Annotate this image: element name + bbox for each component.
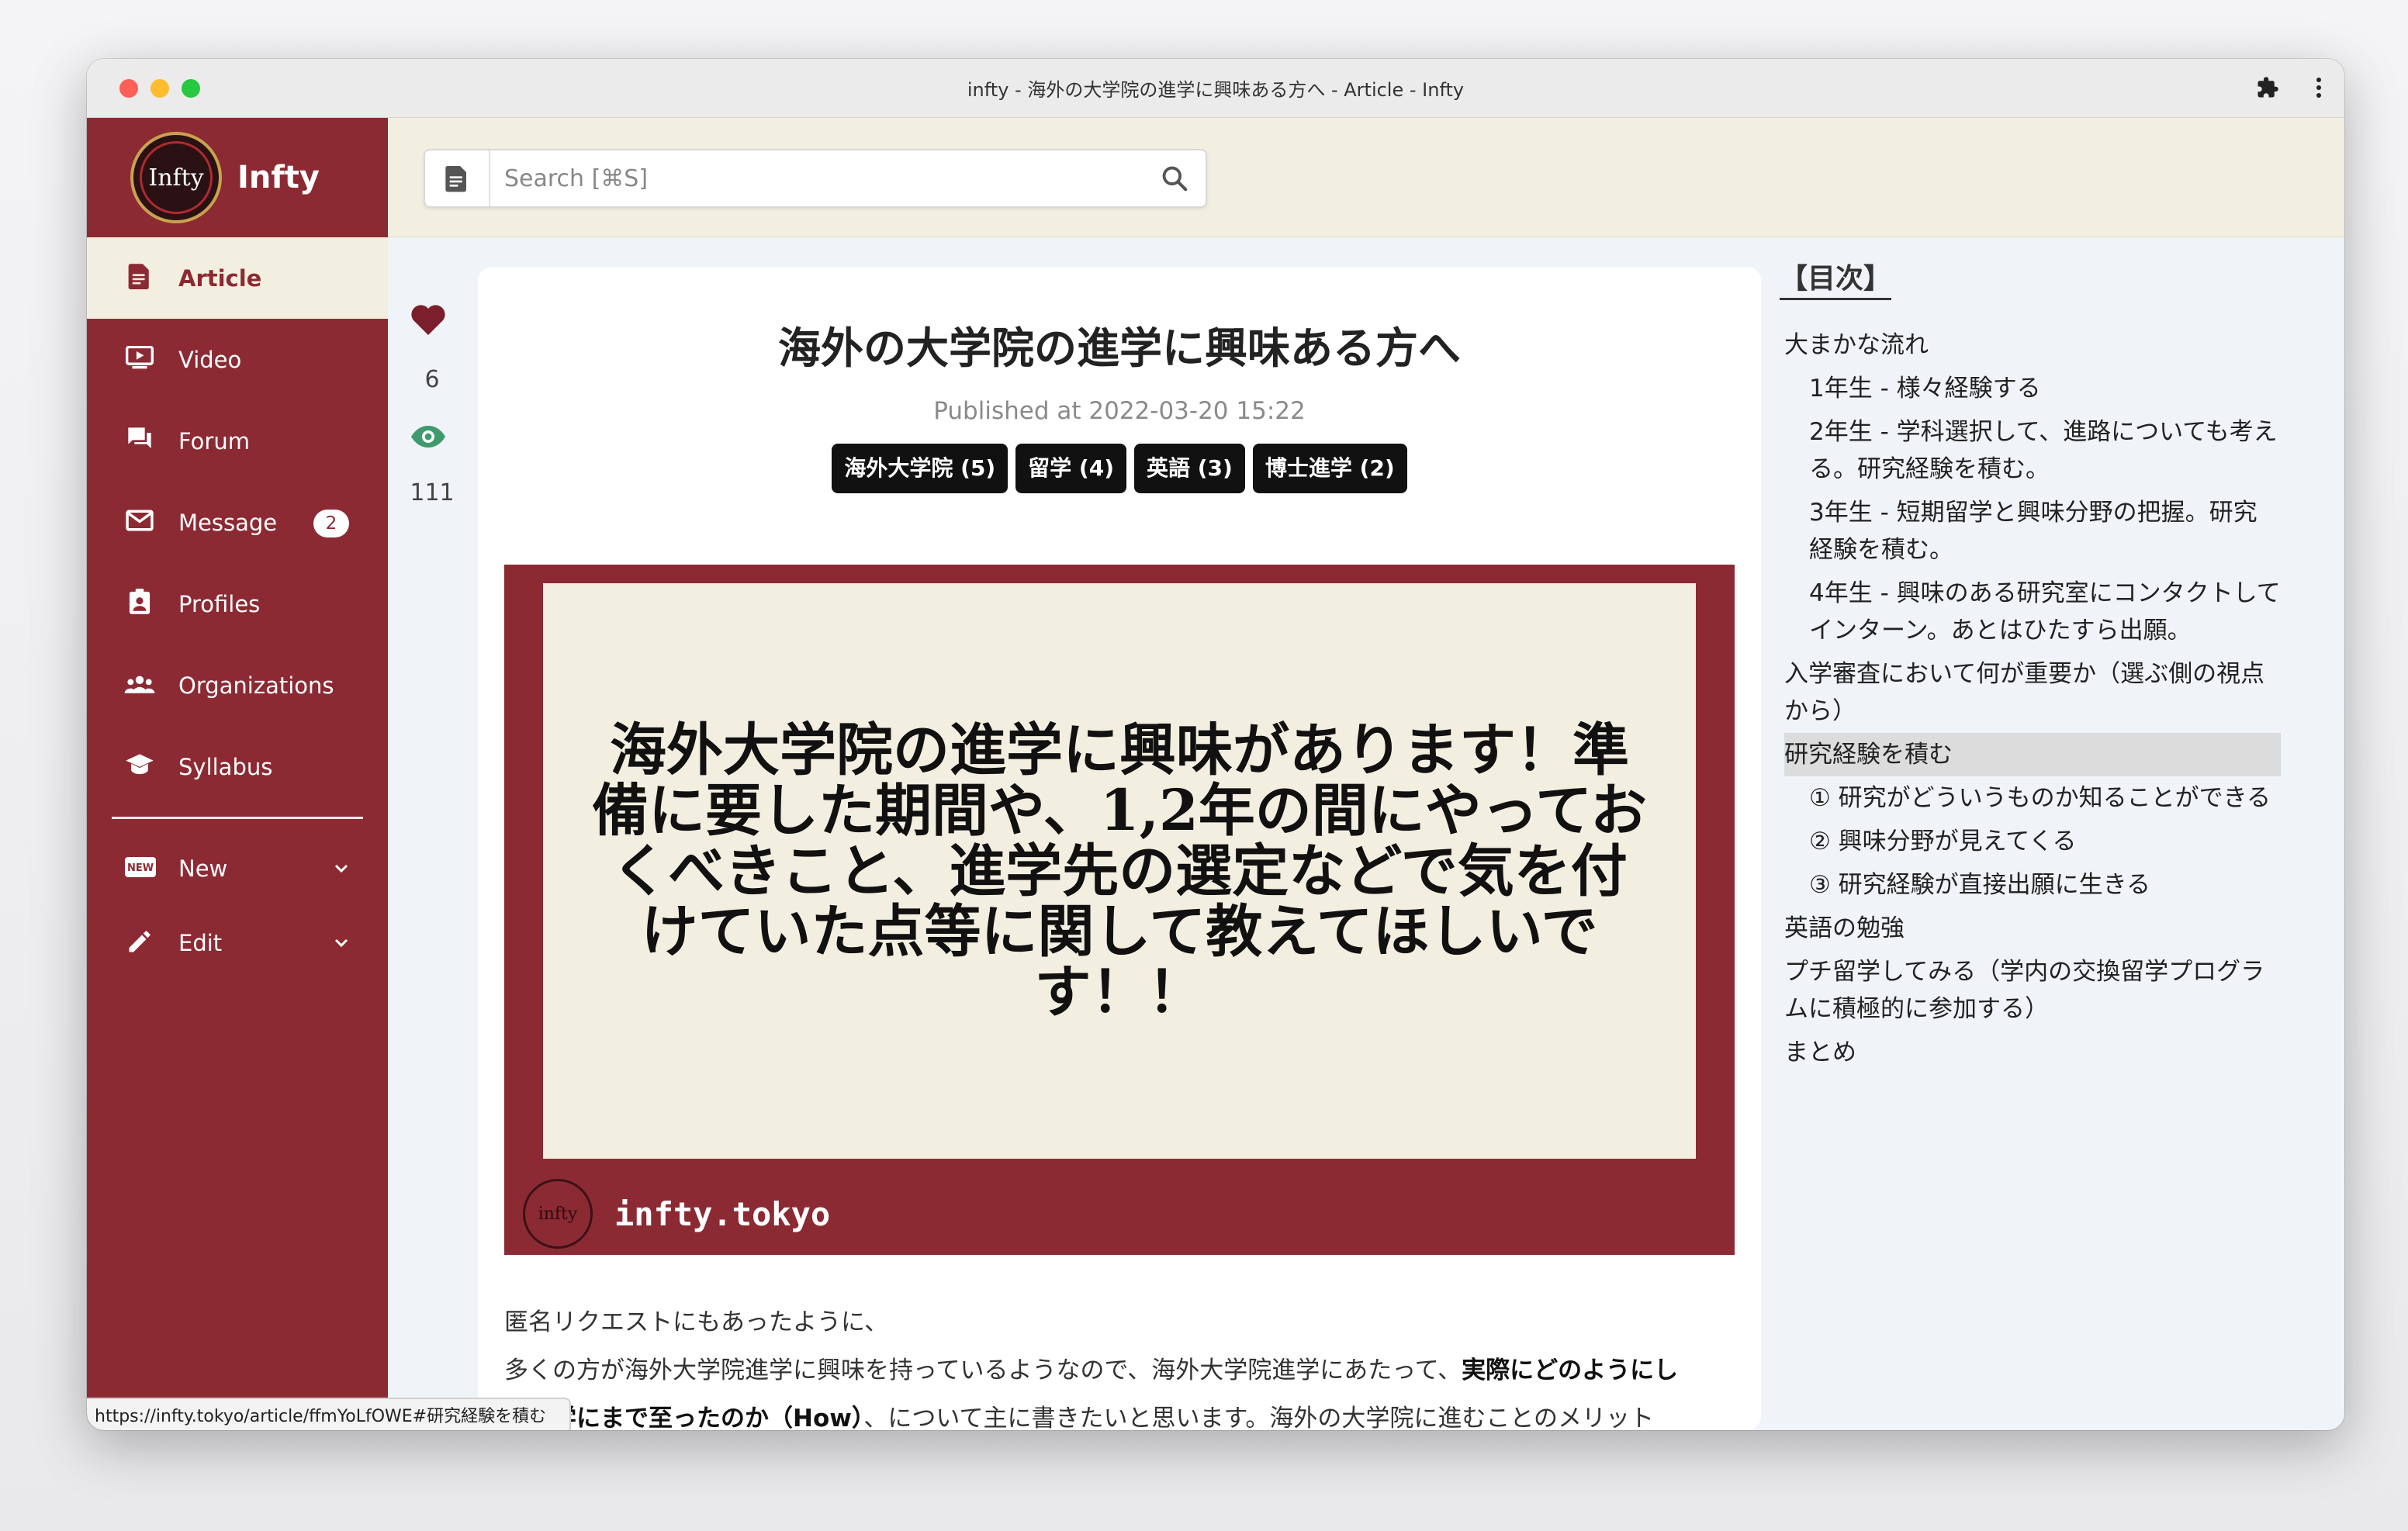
brand-name: Infty	[237, 160, 320, 195]
sidebar-item-label: Syllabus	[178, 753, 273, 780]
sidebar-item-profiles[interactable]: Profiles	[87, 563, 388, 645]
tag-chip[interactable]: 英語 (3)	[1134, 444, 1245, 493]
sidebar-item-new[interactable]: NEW New	[87, 831, 388, 906]
toc-item[interactable]: 4年生 - 興味のある研究室にコンタクトしてインターン。あとはひたすら出願。	[1784, 572, 2281, 652]
article-banner-image: 海外大学院の進学に興味があります！準備に要した期間や、1,2年の間にやっておくべ…	[504, 565, 1735, 1255]
top-bar: 1	[388, 118, 2344, 237]
profile-icon	[124, 589, 155, 619]
toc-item[interactable]: 2年生 - 学科選択して、進路についても考える。研究経験を積む。	[1784, 410, 2281, 491]
main-area: 6 111 海外の大学院の進学に興味ある方へ Published at 2022…	[388, 237, 2344, 1430]
like-count: 6	[424, 366, 440, 393]
close-window-button[interactable]	[119, 79, 138, 98]
sidebar-item-label: Organizations	[178, 672, 334, 699]
tag-chip[interactable]: 博士進学 (2)	[1252, 444, 1407, 493]
toc-item[interactable]: ③ 研究経験が直接出願に生きる	[1784, 863, 2281, 907]
paragraph: 多くの方が海外大学院進学に興味を持っているようなので、海外大学院進学にあたって、…	[504, 1356, 1679, 1384]
sidebar-divider	[112, 817, 363, 819]
more-menu-icon[interactable]	[2315, 76, 2323, 105]
toc-item[interactable]: 入学審査において何が重要か（選ぶ側の視点から）	[1784, 652, 2281, 733]
toc-item[interactable]: ① 研究がどういうものか知ることができる	[1784, 776, 2281, 820]
sidebar-item-label: Profiles	[178, 590, 261, 617]
article-title: 海外の大学院の進学に興味ある方へ	[777, 323, 1461, 373]
sidebar-item-label: New	[178, 855, 228, 882]
toc-item[interactable]: 3年生 - 短期留学と興味分野の把握。研究経験を積む。	[1784, 491, 2281, 572]
paragraph: て進学にまで至ったのか（How）、について主に書きたいと思います。海外の大学院に…	[504, 1405, 1655, 1430]
sidebar-item-message[interactable]: Message 2	[87, 482, 388, 563]
banner-text: 海外大学院の進学に興味があります！準備に要した期間や、1,2年の間にやっておくべ…	[543, 583, 1696, 1159]
mail-icon	[124, 510, 155, 535]
sidebar-item-syllabus[interactable]: Syllabus	[87, 726, 388, 807]
link-status-bar: https://infty.tokyo/article/ffmYoLfOWE#研…	[87, 1398, 571, 1430]
sidebar-item-article[interactable]: Article	[87, 237, 388, 319]
sidebar-item-organizations[interactable]: Organizations	[87, 645, 388, 726]
sidebar-item-edit[interactable]: Edit	[87, 906, 388, 980]
tag-chip[interactable]: 留学 (4)	[1015, 444, 1126, 493]
eye-icon	[410, 423, 447, 453]
organizations-icon	[124, 673, 155, 698]
heart-icon[interactable]	[410, 302, 447, 340]
sidebar-item-label: Article	[178, 264, 262, 292]
document-icon[interactable]	[425, 150, 490, 206]
brand[interactable]: Infty Infty	[87, 118, 388, 237]
paragraph: 匿名リクエストにもあったように、	[504, 1308, 889, 1336]
message-count-badge: 2	[313, 510, 349, 537]
new-icon: NEW	[124, 856, 156, 882]
toc-item[interactable]: まとめ	[1784, 1031, 2281, 1074]
banner-footer: infty infty.tokyo	[523, 1179, 830, 1249]
toc-item[interactable]: 英語の勉強	[1784, 907, 2281, 950]
view-count: 111	[410, 479, 455, 506]
tag-list: 海外大学院 (5) 留学 (4) 英語 (3) 博士進学 (2)	[478, 444, 1761, 493]
table-of-contents: 【目次】 大まかな流れ 1年生 - 様々経験する 2年生 - 学科選択して、進路…	[1780, 256, 2281, 1074]
toc-item[interactable]: 1年生 - 様々経験する	[1784, 367, 2281, 410]
toc-item[interactable]: プチ留学してみる（学内の交換留学プログラムに積極的に参加する）	[1784, 950, 2281, 1031]
chevron-down-icon	[334, 859, 349, 879]
banner-url: infty.tokyo	[614, 1194, 831, 1233]
pencil-icon	[124, 928, 155, 959]
minimize-window-button[interactable]	[150, 79, 169, 98]
sidebar-item-label: Edit	[178, 930, 223, 956]
toc-item[interactable]: 大まかな流れ	[1784, 323, 2281, 367]
toc-item[interactable]: ② 興味分野が見えてくる	[1784, 820, 2281, 863]
extensions-puzzle-icon[interactable]	[2256, 76, 2279, 105]
maximize-window-button[interactable]	[182, 79, 200, 98]
sidebar: Infty Infty Article Video Forum Message …	[87, 118, 388, 1430]
forum-icon	[124, 427, 155, 455]
window-title: infty - 海外の大学院の進学に興味ある方へ - Article - Inf…	[967, 79, 1465, 101]
sidebar-item-label: Video	[178, 346, 242, 373]
search-icon[interactable]	[1143, 164, 1206, 193]
video-icon	[124, 345, 155, 373]
search-bar	[424, 149, 1207, 208]
article-icon	[124, 263, 155, 293]
article-card: 海外の大学院の進学に興味ある方へ Published at 2022-03-20…	[478, 267, 1761, 1430]
article-body: 匿名リクエストにもあったように、 多くの方が海外大学院進学に興味を持っているよう…	[504, 1298, 1735, 1430]
published-date: Published at 2022-03-20 15:22	[933, 397, 1306, 425]
toc-heading: 【目次】	[1780, 256, 1892, 300]
search-input[interactable]	[490, 164, 1143, 192]
sidebar-item-label: Message	[178, 509, 278, 536]
graduation-cap-icon	[124, 753, 155, 780]
browser-window: infty - 海外の大学院の進学に興味ある方へ - Article - Inf…	[87, 59, 2344, 1430]
sidebar-item-label: Forum	[178, 427, 250, 454]
tag-chip[interactable]: 海外大学院 (5)	[832, 444, 1009, 493]
title-bar: infty - 海外の大学院の進学に興味ある方へ - Article - Inf…	[87, 59, 2344, 118]
toc-item-active[interactable]: 研究経験を積む	[1784, 733, 2281, 776]
sidebar-item-video[interactable]: Video	[87, 319, 388, 400]
svg-text:NEW: NEW	[127, 862, 154, 874]
chevron-down-icon	[334, 934, 349, 953]
window-controls	[119, 79, 200, 98]
banner-logo: infty	[523, 1179, 593, 1249]
infty-logo: Infty	[130, 132, 222, 223]
sidebar-item-forum[interactable]: Forum	[87, 400, 388, 482]
